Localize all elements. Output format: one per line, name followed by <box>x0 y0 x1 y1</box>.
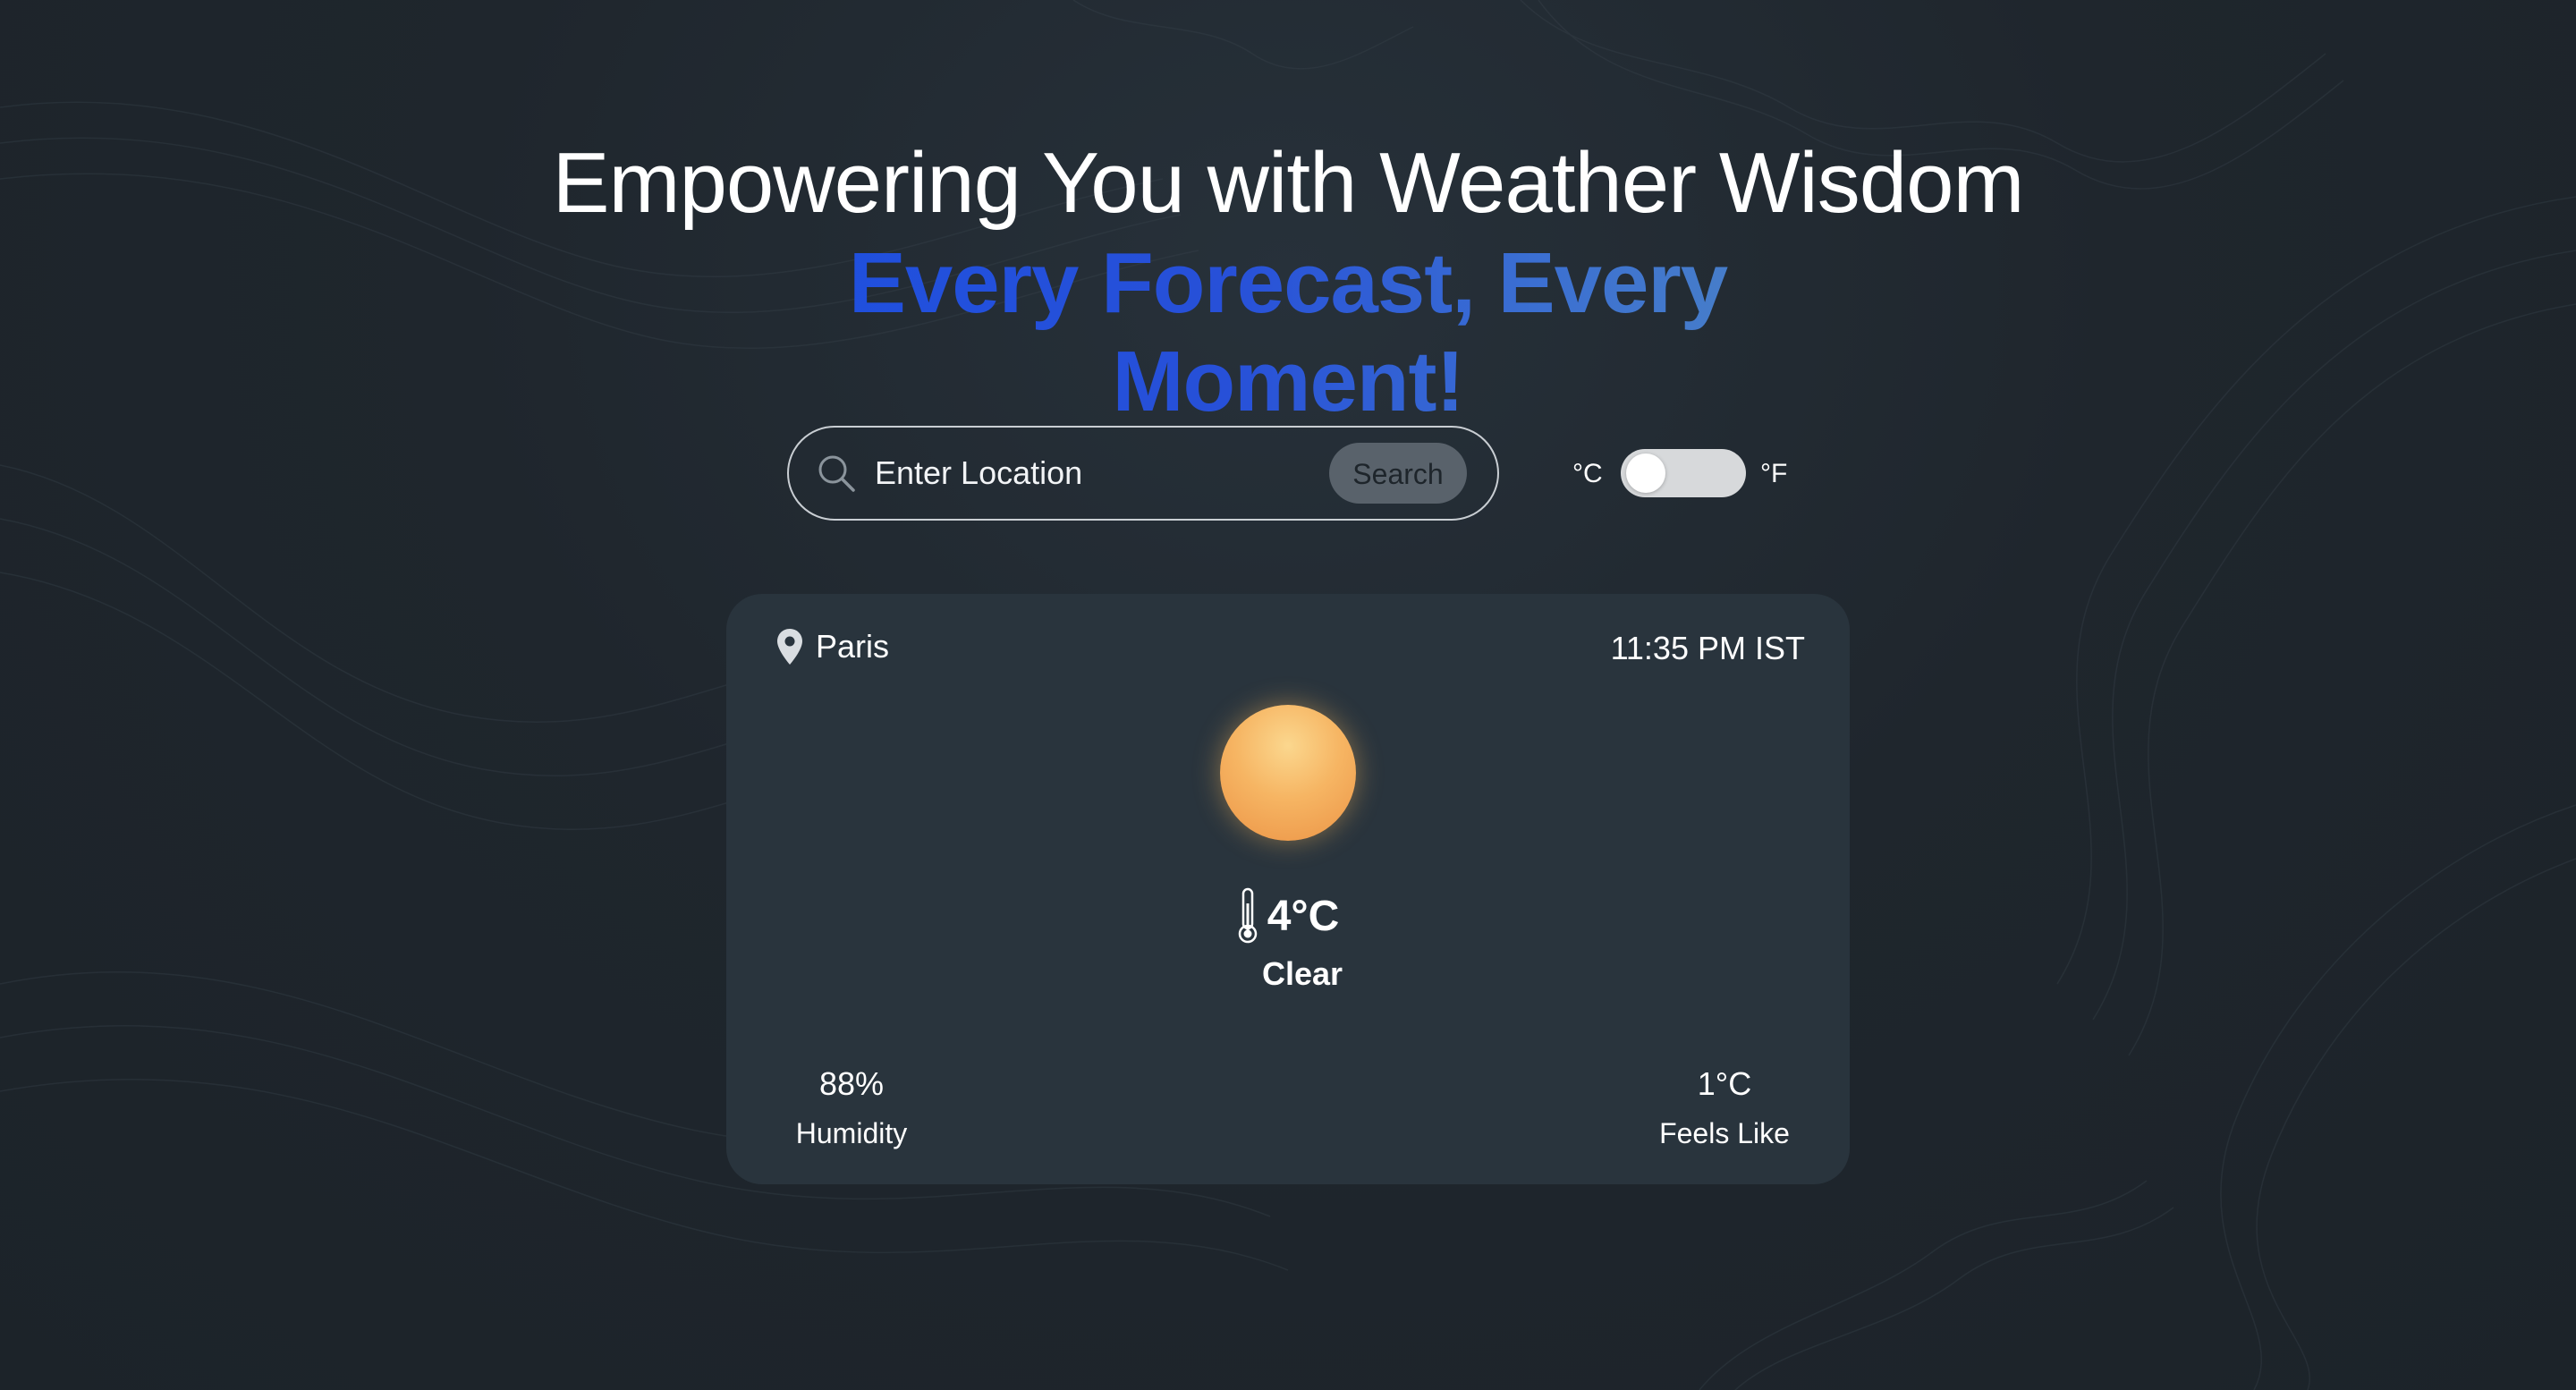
fahrenheit-label: °F <box>1760 459 1788 488</box>
feels-like-label: Feels Like <box>1659 1117 1790 1149</box>
search-button[interactable]: Search <box>1329 443 1467 504</box>
celsius-label: °C <box>1572 459 1603 488</box>
location-search-input[interactable] <box>875 445 1358 501</box>
local-time: 11:35 PM IST <box>1610 630 1805 666</box>
unit-toggle[interactable] <box>1621 449 1746 497</box>
humidity-stat: 88% Humidity <box>762 1063 941 1161</box>
humidity-value: 88% <box>818 1065 885 1102</box>
location-pin-icon <box>777 629 802 665</box>
location: Paris <box>776 628 889 665</box>
thermometer-icon <box>1238 887 1257 944</box>
feels-like-value: 1°C <box>1697 1065 1752 1102</box>
sun-icon <box>1220 705 1356 841</box>
hero-title: Empowering You with Weather Wisdom <box>552 135 2024 231</box>
feels-like-stat: 1°C Feels Like <box>1635 1063 1814 1161</box>
location-name: Paris <box>816 628 890 665</box>
search-icon <box>818 455 855 492</box>
hero-subtitle: Every Forecast, Every Moment! <box>674 234 1902 431</box>
unit-toggle-knob[interactable] <box>1626 453 1665 493</box>
temperature-row: 4°C <box>726 887 1850 945</box>
humidity-label: Humidity <box>795 1117 908 1149</box>
weather-condition: Clear <box>1261 955 1343 992</box>
weather-card: Paris 11:35 PM IST 4°C Clear 88% Humidit… <box>726 594 1850 1184</box>
search-bar: Search <box>787 426 1499 521</box>
temperature-value: 4°C <box>1267 892 1340 940</box>
